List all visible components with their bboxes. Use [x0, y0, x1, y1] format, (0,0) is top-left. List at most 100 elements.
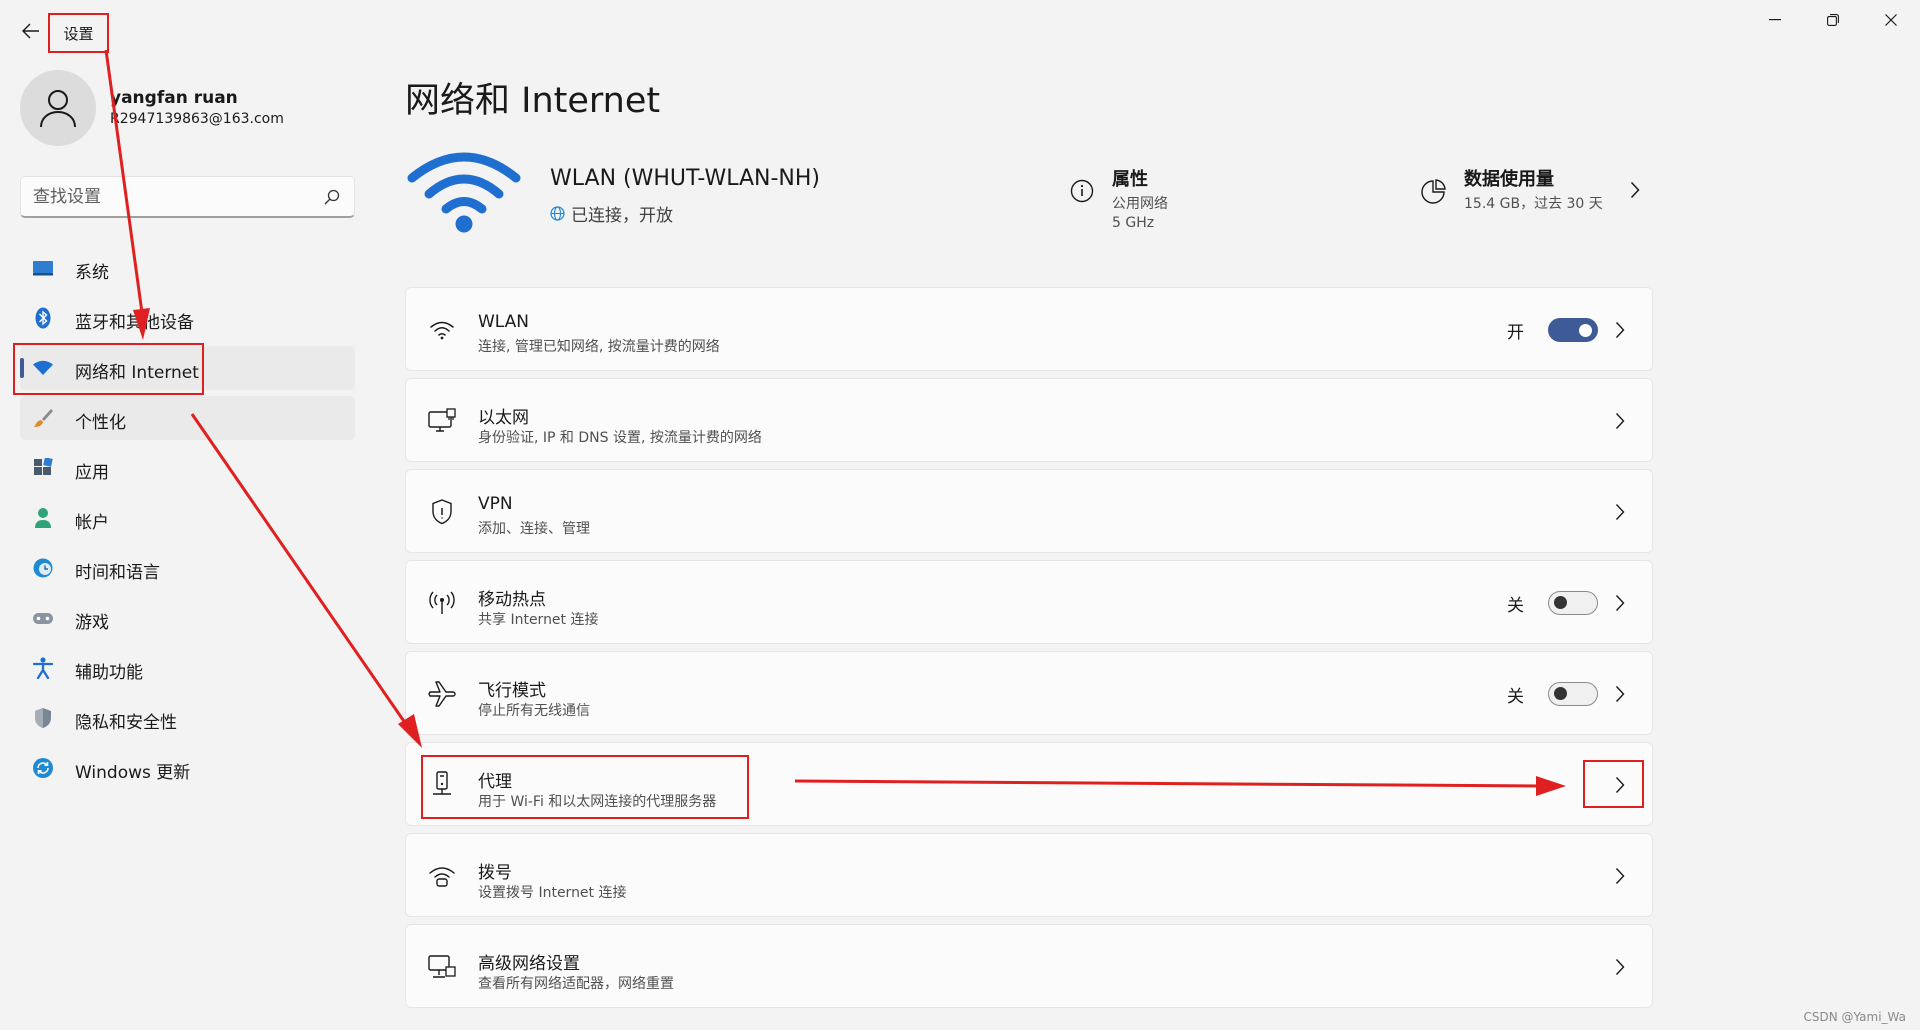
network-status-text: 已连接，开放	[571, 206, 673, 226]
minimize-icon	[1769, 19, 1781, 21]
person-icon	[32, 507, 54, 529]
annotation-box-proxy-chevron	[1583, 760, 1644, 808]
sidebar-item-label: Windows 更新	[75, 763, 191, 783]
wifi-large-icon	[407, 152, 521, 233]
card-advanced-network[interactable]: 高级网络设置 查看所有网络适配器，网络重置	[405, 924, 1653, 1008]
ethernet-icon	[428, 407, 456, 435]
card-subtitle: 停止所有无线通信	[478, 703, 590, 719]
sidebar-item-label: 游戏	[75, 613, 109, 633]
toggle-state-label: 开	[1507, 323, 1524, 343]
globe-icon	[550, 206, 565, 221]
chevron-right-icon[interactable]	[1610, 498, 1630, 526]
vpn-shield-icon	[428, 498, 456, 526]
data-usage-detail: 15.4 GB，过去 30 天	[1464, 196, 1603, 212]
card-title: 移动热点	[478, 590, 546, 610]
annotation-box-network	[13, 343, 204, 395]
brush-icon	[32, 407, 54, 429]
card-subtitle: 共享 Internet 连接	[478, 612, 599, 628]
chevron-right-icon	[1630, 181, 1640, 199]
network-name: WLAN (WHUT-WLAN-NH)	[550, 166, 821, 191]
search-icon[interactable]	[324, 189, 340, 205]
sidebar-item-system[interactable]: 系统	[20, 246, 355, 290]
wlan-toggle[interactable]	[1548, 318, 1598, 342]
card-title: 以太网	[478, 408, 529, 428]
bluetooth-icon	[32, 307, 54, 329]
toggle-knob	[1554, 687, 1567, 700]
card-ethernet[interactable]: 以太网 身份验证, IP 和 DNS 设置, 按流量计费的网络	[405, 378, 1653, 462]
card-subtitle: 设置拨号 Internet 连接	[478, 885, 627, 901]
advanced-network-icon	[428, 953, 456, 981]
card-dial-up[interactable]: 拨号 设置拨号 Internet 连接	[405, 833, 1653, 917]
wifi-icon	[428, 316, 456, 344]
card-title: 拨号	[478, 863, 512, 883]
chevron-right-icon[interactable]	[1610, 862, 1630, 890]
sidebar-item-accessibility[interactable]: 辅助功能	[20, 646, 355, 690]
card-wlan[interactable]: WLAN 连接, 管理已知网络, 按流量计费的网络 开	[405, 287, 1653, 371]
card-airplane-mode[interactable]: 飞行模式 停止所有无线通信 关	[405, 651, 1653, 735]
chevron-right-icon[interactable]	[1610, 316, 1630, 344]
card-subtitle: 连接, 管理已知网络, 按流量计费的网络	[478, 339, 720, 355]
sidebar-item-bluetooth[interactable]: 蓝牙和其他设备	[20, 296, 355, 340]
sidebar-item-label: 蓝牙和其他设备	[75, 313, 194, 333]
card-title: VPN	[478, 494, 513, 514]
chevron-right-icon[interactable]	[1610, 407, 1630, 435]
info-icon	[1070, 179, 1094, 203]
app-title: 设置	[48, 13, 109, 53]
data-usage-title: 数据使用量	[1464, 169, 1554, 190]
avatar[interactable]	[20, 70, 96, 146]
airplane-mode-toggle[interactable]	[1548, 682, 1598, 706]
toggle-state-label: 关	[1507, 596, 1524, 616]
toggle-knob	[1554, 596, 1567, 609]
sidebar-item-label: 系统	[75, 263, 109, 283]
properties-network-type: 公用网络	[1112, 196, 1168, 212]
close-icon	[1885, 14, 1897, 26]
page-title: 网络和 Internet	[405, 81, 661, 121]
card-vpn[interactable]: VPN 添加、连接、管理	[405, 469, 1653, 553]
search-box	[20, 176, 355, 218]
pie-chart-icon	[1421, 179, 1446, 204]
sidebar-item-gaming[interactable]: 游戏	[20, 596, 355, 640]
apps-icon	[32, 457, 54, 479]
display-icon	[32, 257, 54, 279]
card-mobile-hotspot[interactable]: 移动热点 共享 Internet 连接 关	[405, 560, 1653, 644]
sidebar-item-label: 帐户	[75, 513, 109, 533]
shield-icon	[32, 707, 54, 729]
back-button[interactable]	[16, 16, 46, 46]
network-status: 已连接，开放	[550, 201, 673, 226]
toggle-knob	[1579, 323, 1592, 337]
restore-icon	[1827, 14, 1839, 26]
back-arrow-icon	[22, 23, 39, 39]
airplane-icon	[428, 680, 456, 708]
sidebar-item-privacy[interactable]: 隐私和安全性	[20, 696, 355, 740]
hotspot-icon	[428, 589, 456, 617]
hotspot-toggle[interactable]	[1548, 591, 1598, 615]
sidebar-item-label: 个性化	[75, 413, 126, 433]
sidebar-item-label: 辅助功能	[75, 663, 143, 683]
close-button[interactable]	[1868, 5, 1914, 35]
card-title: 高级网络设置	[478, 954, 580, 974]
chevron-right-icon[interactable]	[1610, 953, 1630, 981]
annotation-box-proxy	[421, 755, 749, 819]
properties-band: 5 GHz	[1112, 215, 1155, 231]
sidebar-item-label: 时间和语言	[75, 563, 160, 583]
clock-globe-icon	[32, 557, 54, 579]
restore-button[interactable]	[1810, 5, 1856, 35]
sidebar-item-personalization[interactable]: 个性化	[20, 396, 355, 440]
person-icon	[40, 90, 76, 128]
user-email: R2947139863@163.com	[110, 111, 284, 127]
chevron-right-icon[interactable]	[1610, 680, 1630, 708]
sidebar-item-windows-update[interactable]: Windows 更新	[20, 746, 355, 790]
sidebar-item-time-language[interactable]: 时间和语言	[20, 546, 355, 590]
sidebar-item-apps[interactable]: 应用	[20, 446, 355, 490]
minimize-button[interactable]	[1752, 5, 1798, 35]
search-input[interactable]	[33, 185, 313, 209]
update-icon	[32, 757, 54, 779]
title-bar: 设置	[0, 0, 1920, 60]
card-title: WLAN	[478, 312, 530, 332]
gamepad-icon	[32, 607, 54, 629]
sidebar-item-label: 应用	[75, 463, 109, 483]
dialup-icon	[428, 862, 456, 890]
chevron-right-icon[interactable]	[1610, 589, 1630, 617]
sidebar-item-accounts[interactable]: 帐户	[20, 496, 355, 540]
watermark: CSDN @Yami_Wa	[1803, 1010, 1906, 1024]
